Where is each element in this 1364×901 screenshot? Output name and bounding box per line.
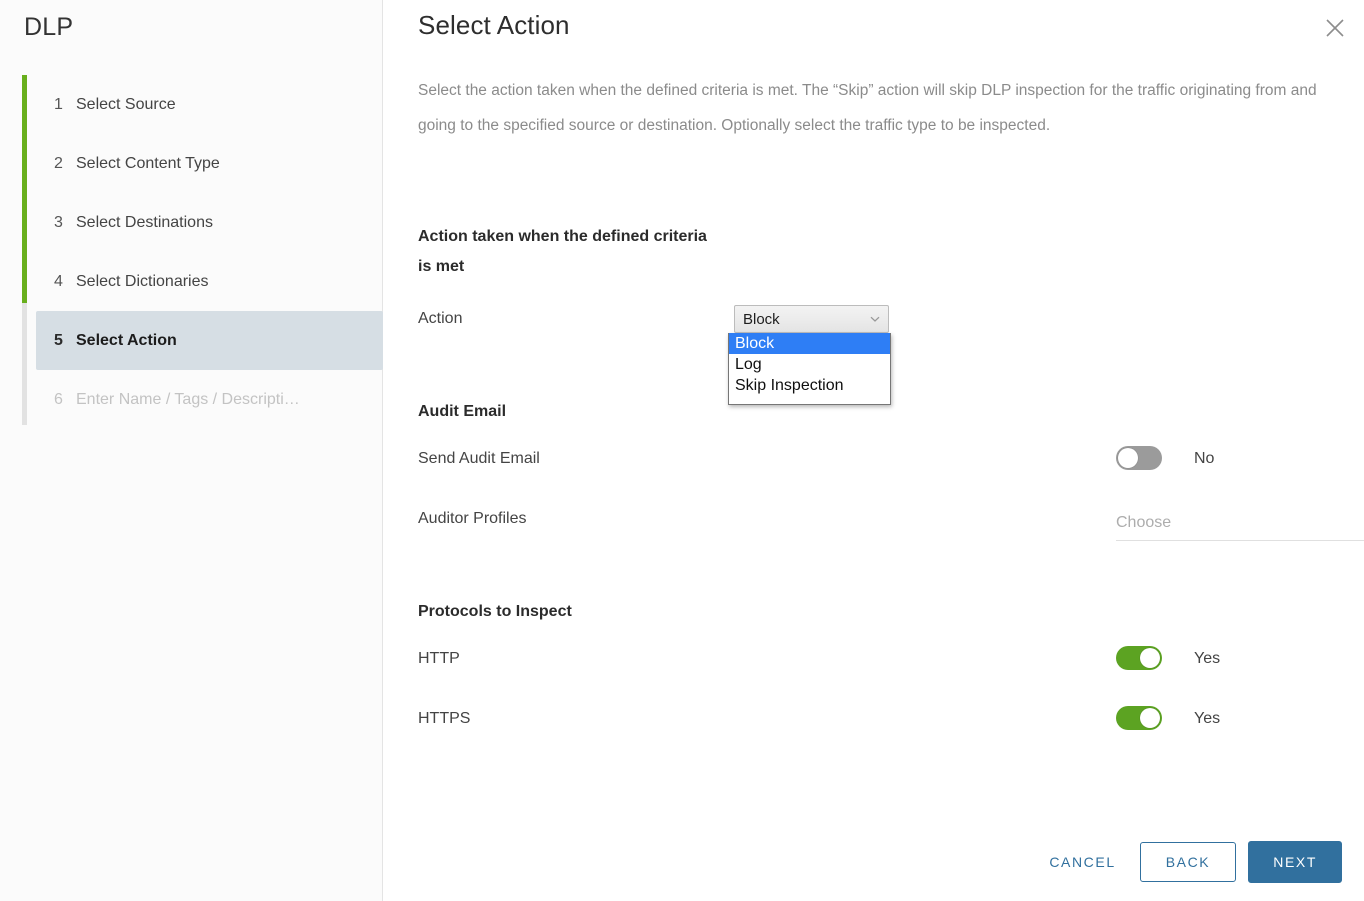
close-icon[interactable] [1320,13,1350,43]
step-number: 3 [54,213,63,231]
toggle-knob [1140,708,1160,728]
action-select[interactable]: Block [734,305,889,333]
http-state: Yes [1194,650,1221,667]
next-button[interactable]: NEXT [1248,841,1342,883]
sidebar-item-select-content-type[interactable]: 2 Select Content Type [0,134,383,193]
sidebar-item-enter-name-tags-description: 6 Enter Name / Tags / Descripti… [0,370,383,429]
step-label: Select Content Type [76,154,220,172]
send-audit-email-toggle[interactable] [1116,446,1162,470]
option-block[interactable]: Block [729,333,890,354]
panel-description: Select the action taken when the defined… [418,82,1317,134]
sidebar-item-select-destinations[interactable]: 3 Select Destinations [0,193,383,252]
action-select-options[interactable]: Block Log Skip Inspection [728,333,891,405]
main-panel: Select Action Select the action taken wh… [383,0,1364,901]
section-title-action: Action taken when the defined criteria i… [418,228,707,275]
chevron-down-icon [870,316,880,322]
wizard-footer: CANCEL BACK NEXT [1033,841,1342,883]
back-button[interactable]: BACK [1139,842,1237,882]
step-number: 1 [54,95,63,113]
step-number: 2 [54,154,63,172]
label-send-audit-email: Send Audit Email [418,450,540,467]
auditor-profiles-placeholder: Choose [1116,514,1172,531]
https-toggle[interactable] [1116,706,1162,730]
toggle-knob [1140,648,1160,668]
step-label: Select Dictionaries [76,272,209,290]
action-select-value: Block [743,310,780,328]
dlp-wizard: DLP 1 Select Source 2 Select Content Typ… [0,0,1364,901]
label-auditor-profiles: Auditor Profiles [418,510,527,527]
step-number: 5 [54,331,63,349]
https-state: Yes [1194,710,1221,727]
option-skip-inspection[interactable]: Skip Inspection [729,375,890,396]
step-label: Select Action [76,331,177,349]
step-number: 4 [54,272,63,290]
label-http: HTTP [418,650,460,667]
auditor-profiles-select[interactable]: Choose [1116,506,1364,541]
step-label: Enter Name / Tags / Descripti… [76,390,300,408]
step-number: 6 [54,390,63,408]
wizard-step-list: 1 Select Source 2 Select Content Type 3 … [0,75,383,429]
sidebar-item-select-source[interactable]: 1 Select Source [0,75,383,134]
app-title: DLP [24,13,74,41]
sidebar-item-select-dictionaries[interactable]: 4 Select Dictionaries [0,252,383,311]
send-audit-email-state: No [1194,450,1215,467]
page-title: Select Action [418,10,570,40]
section-title-audit-email: Audit Email [418,403,507,420]
step-label: Select Destinations [76,213,213,231]
wizard-sidebar: DLP 1 Select Source 2 Select Content Typ… [0,0,383,901]
http-toggle[interactable] [1116,646,1162,670]
cancel-button[interactable]: CANCEL [1033,844,1131,880]
label-action: Action [418,310,463,327]
sidebar-item-select-action[interactable]: 5 Select Action [36,311,383,370]
option-log[interactable]: Log [729,354,890,375]
toggle-knob [1118,448,1138,468]
section-title-protocols: Protocols to Inspect [418,603,572,620]
label-https: HTTPS [418,710,471,727]
step-label: Select Source [76,95,176,113]
